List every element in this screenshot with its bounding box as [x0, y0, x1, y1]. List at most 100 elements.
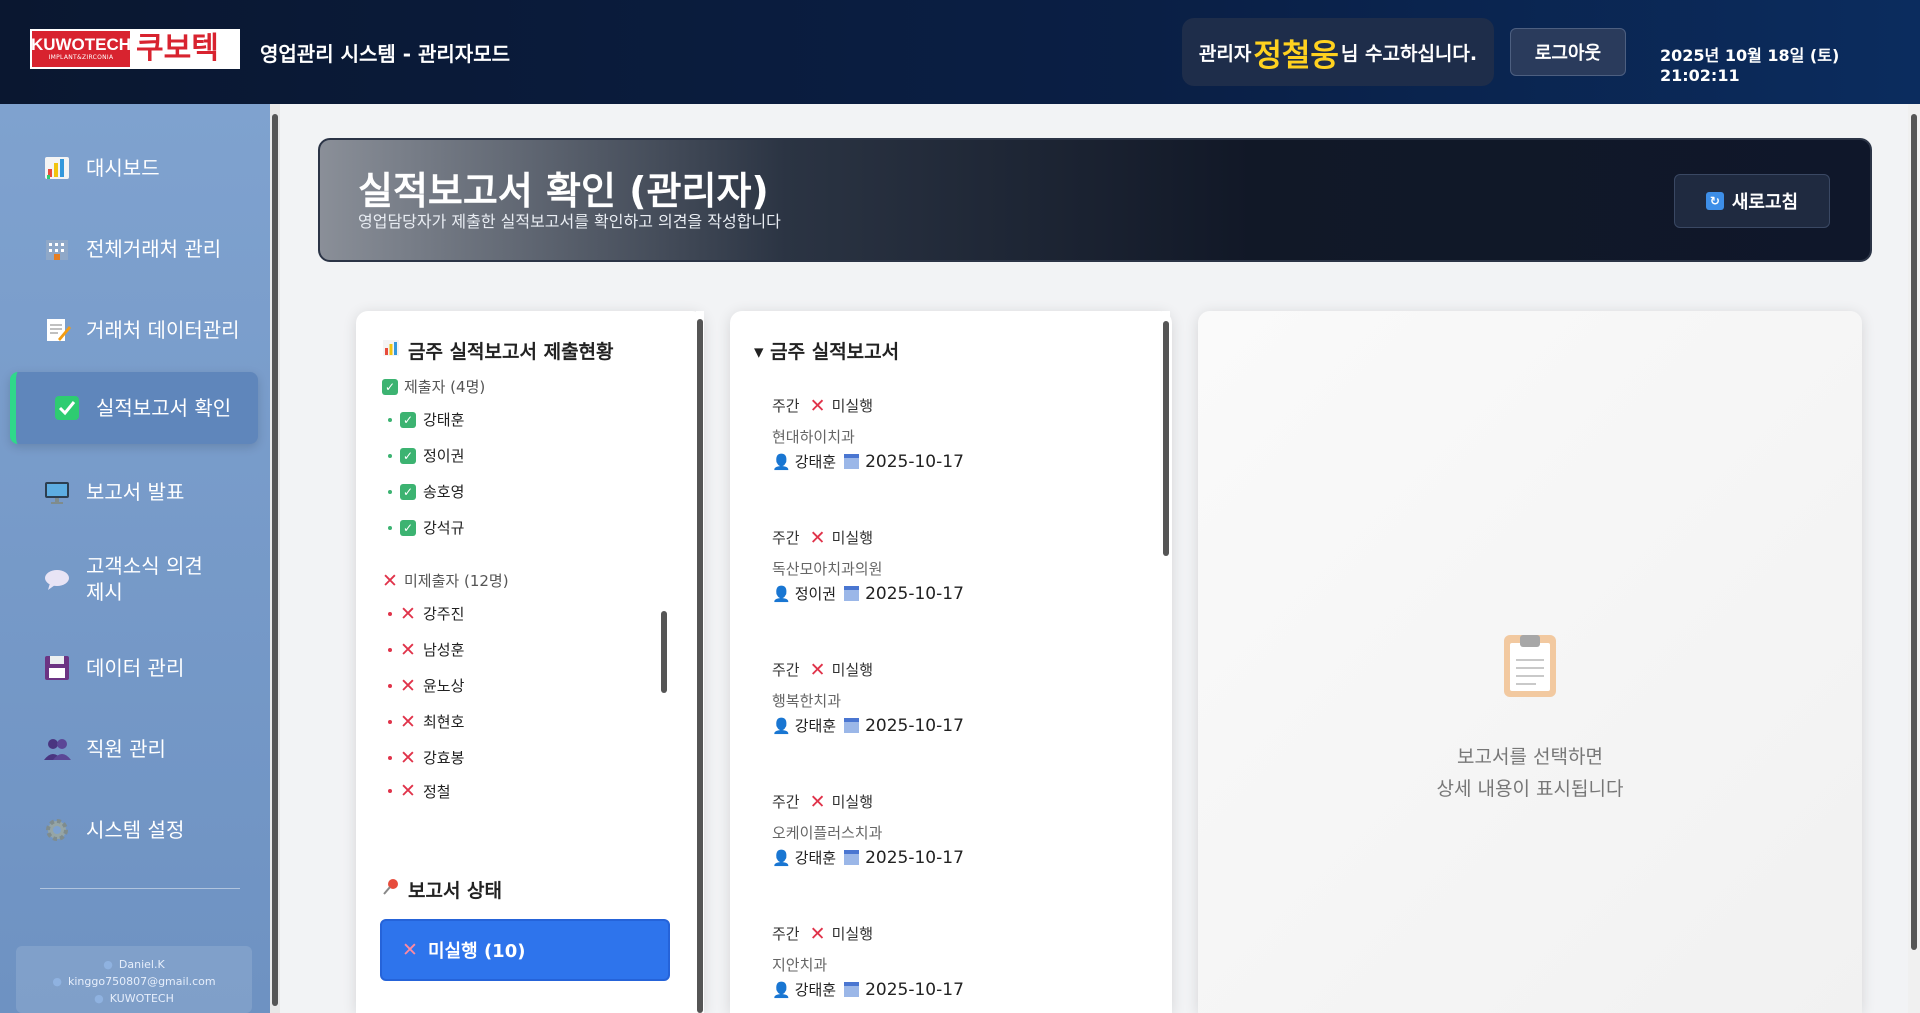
pushpin-icon [382, 878, 400, 901]
submission-panel: 금주 실적보고서 제출현황 ✓ 제출자 (4명) ✓ 강태훈 ✓ 정이권 ✓ 송호영 … [356, 311, 704, 1013]
main-scrollbar[interactable] [1908, 104, 1920, 1013]
refresh-icon: ↻ [1705, 192, 1724, 210]
logo-sub-text: IMPLANT&ZIRCONIA [48, 54, 114, 61]
not-submitted-scrollbar[interactable] [660, 601, 668, 801]
logout-button[interactable]: 로그아웃 [1510, 28, 1626, 76]
main-scrollbar-thumb[interactable] [1911, 114, 1917, 950]
report-client: 독산모아치과의원 [772, 560, 883, 578]
report-client: 현대하이치과 [772, 428, 855, 446]
report-status-title: 보고서 상태 [382, 876, 502, 903]
x-mark-icon: ✕ [809, 394, 826, 417]
x-mark-icon: ✕ [382, 569, 398, 592]
x-mark-icon: ✕ [809, 526, 826, 549]
reports-panel-scrollbar-thumb[interactable] [1163, 321, 1169, 556]
report-type: 주간 [772, 793, 800, 811]
datetime-display: 2025년 10월 18일 (토) 21:02:11 [1660, 46, 1840, 85]
sidebar-scrollbar-thumb[interactable] [272, 114, 278, 1006]
page-title: 실적보고서 확인 (관리자) [358, 169, 769, 213]
report-card[interactable]: 주간 ✕ 미실행 지안치과 👤 강태훈 2025-10-17 [772, 923, 1132, 1013]
monitor-icon [40, 475, 74, 509]
not-submitted-person[interactable]: ✕ 남성훈 [388, 639, 464, 661]
top-header: KUWOTECH IMPLANT&ZIRCONIA 쿠보텍 영업관리 시스템 -… [0, 0, 1920, 104]
clipboard-icon [1504, 635, 1556, 697]
submission-panel-scrollbar-thumb[interactable] [697, 319, 703, 1013]
x-mark-icon: ✕ [400, 746, 416, 769]
report-card[interactable]: 주간 ✕ 미실행 독산모아치과의원 👤 정이권 2025-10-17 [772, 527, 1132, 647]
report-type: 주간 [772, 661, 800, 679]
calendar-icon [844, 454, 860, 469]
report-status: 미실행 [831, 397, 874, 415]
report-status: 미실행 [831, 925, 874, 943]
logo-en-box: KUWOTECH IMPLANT&ZIRCONIA [31, 31, 131, 67]
sidebar-item-data-management[interactable]: 데이터 관리 [10, 632, 258, 704]
sidebar-item-customer-feedback[interactable]: 고객소식 의견 제시 [10, 536, 258, 622]
reports-title[interactable]: ▾ 금주 실적보고서 [754, 337, 899, 364]
report-status: 미실행 [831, 529, 874, 547]
x-mark-icon: ✕ [400, 674, 416, 697]
sidebar-item-report-presentation[interactable]: 보고서 발표 [10, 456, 258, 528]
check-icon [50, 391, 84, 425]
status-filter-button[interactable]: ✕ 미실행 (10) [380, 919, 670, 981]
submitted-person[interactable]: ✓ 송호영 [388, 481, 464, 502]
check-icon: ✓ [400, 483, 416, 500]
sidebar-item-label: 데이터 관리 [86, 656, 185, 680]
not-submitted-person[interactable]: ✕ 최현호 [388, 711, 464, 733]
calendar-icon [844, 718, 860, 733]
empty-detail-line1: 보고서를 선택하면 [1457, 746, 1603, 768]
report-client: 오케이플러스치과 [772, 824, 883, 842]
logo-ko-text: 쿠보텍 [136, 31, 219, 66]
x-mark-icon: ✕ [400, 783, 416, 799]
not-submitted-person[interactable]: ✕ 강효봉 [388, 746, 464, 769]
floppy-icon [40, 651, 74, 685]
refresh-label: 새로고침 [1731, 192, 1799, 213]
sidebar-item-system-settings[interactable]: 시스템 설정 [10, 794, 258, 866]
report-card[interactable]: 주간 ✕ 미실행 현대하이치과 👤 강태훈 2025-10-17 [772, 395, 1132, 515]
sidebar-item-label: 실적보고서 확인 [96, 396, 232, 420]
people-icon [40, 732, 74, 766]
report-card[interactable]: 주간 ✕ 미실행 오케이플러스치과 👤 강태훈 2025-10-17 [772, 791, 1132, 911]
not-submitted-scrollbar-thumb[interactable] [661, 611, 667, 693]
calendar-icon [844, 982, 860, 997]
refresh-button[interactable]: ↻ 새로고침 [1674, 174, 1830, 228]
calendar-icon [844, 850, 860, 865]
speech-bubble-icon [40, 562, 74, 596]
submitted-person[interactable]: ✓ 정이권 [388, 445, 464, 466]
sidebar-item-all-clients[interactable]: 전체거래처 관리 [10, 213, 258, 285]
sidebar-item-dashboard[interactable]: 대시보드 [10, 132, 258, 204]
user-icon: 👤 [772, 584, 791, 603]
sidebar-item-staff-management[interactable]: 직원 관리 [10, 713, 258, 785]
not-submitted-person[interactable]: ✕ 윤노상 [388, 674, 464, 697]
empty-detail-message: 보고서를 선택하면 상세 내용이 표시됩니다 [1198, 741, 1862, 805]
report-date: 2025-10-17 [865, 979, 964, 1000]
sidebar-item-report-review[interactable]: 실적보고서 확인 [10, 372, 258, 444]
report-date: 2025-10-17 [865, 583, 964, 604]
bar-chart-icon [382, 339, 400, 362]
x-mark-icon: ✕ [809, 658, 826, 681]
submitted-person[interactable]: ✓ 강석규 [388, 517, 464, 538]
submitted-person[interactable]: ✓ 강태훈 [388, 409, 464, 430]
check-icon: ✓ [382, 378, 398, 395]
report-type: 주간 [772, 397, 800, 415]
sidebar-item-label: 대시보드 [86, 156, 160, 180]
not-submitted-person[interactable]: ✕ 강주진 [388, 603, 464, 625]
sidebar-scrollbar[interactable] [270, 104, 280, 1013]
sidebar-item-client-data[interactable]: 거래처 데이터관리 [10, 294, 258, 366]
sidebar-item-label: 거래처 데이터관리 [86, 318, 240, 342]
submission-panel-scrollbar[interactable] [696, 311, 704, 1013]
report-detail-panel: 보고서를 선택하면 상세 내용이 표시됩니다 [1198, 311, 1862, 1013]
report-card[interactable]: 주간 ✕ 미실행 행복한치과 👤 강태훈 2025-10-17 [772, 659, 1132, 779]
footer-name: Daniel.K [118, 958, 165, 971]
not-submitted-person[interactable]: ✕ 정철 [388, 783, 451, 799]
footer-email: kinggo750807@gmail.com [67, 975, 216, 988]
report-client: 행복한치과 [772, 692, 842, 710]
page-banner: 실적보고서 확인 (관리자) 영업담당자가 제출한 실적보고서를 확인하고 의견… [318, 138, 1872, 262]
not-submitted-group-label: ✕ 미제출자 (12명) [382, 569, 509, 592]
memo-icon [40, 313, 74, 347]
welcome-name: 정철웅 [1253, 37, 1339, 74]
report-date: 2025-10-17 [865, 715, 964, 736]
sidebar-item-label: 보고서 발표 [86, 480, 185, 504]
submitted-group-label: ✓ 제출자 (4명) [382, 376, 485, 397]
reports-panel-scrollbar[interactable] [1162, 311, 1170, 1013]
gear-icon [40, 813, 74, 847]
user-icon: 👤 [772, 716, 791, 735]
